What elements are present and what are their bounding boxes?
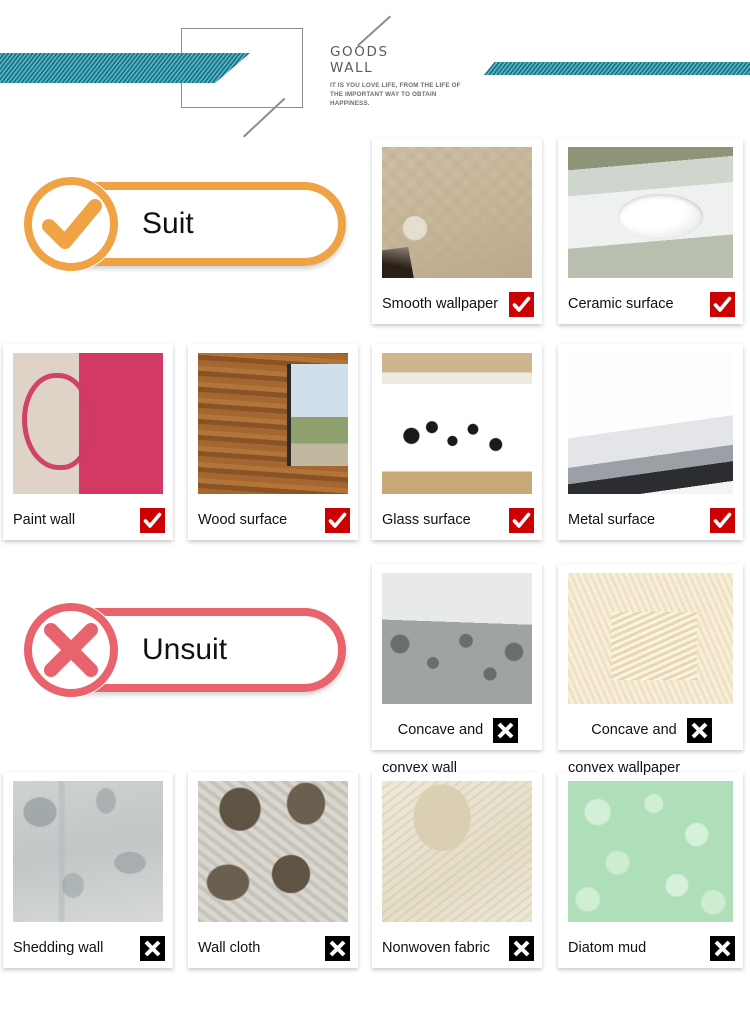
check-mark-icon <box>710 507 735 533</box>
check-mark-icon <box>140 507 165 533</box>
card-photo-texture <box>198 353 348 494</box>
card-photo <box>13 781 163 922</box>
cross-mark-icon <box>710 935 735 961</box>
surface-card[interactable]: Metal surface <box>558 344 743 540</box>
card-caption: Concave and <box>568 716 735 744</box>
cross-circle-icon <box>24 603 118 697</box>
card-photo <box>568 781 733 922</box>
card-label: Glass surface <box>382 512 471 528</box>
card-photo <box>198 781 348 922</box>
card-photo-texture <box>568 147 733 278</box>
card-label: Metal surface <box>568 512 656 528</box>
check-mark-icon <box>325 507 350 533</box>
card-caption: Smooth wallpaper <box>382 290 534 318</box>
suit-check-circle <box>23 176 119 272</box>
card-label: Concave and <box>591 722 677 738</box>
check-mark-icon <box>509 507 534 533</box>
surface-card[interactable]: Wall cloth <box>188 772 358 968</box>
page-header: GOODS WALL IT IS YOU LOVE LIFE, FROM THE… <box>0 0 750 138</box>
header-title-line-2: WALL <box>330 60 374 76</box>
unsuit-section-badge: Unsuit <box>12 602 346 698</box>
unsuit-label: Unsuit <box>142 633 228 666</box>
card-photo <box>13 353 163 494</box>
card-label: Concave and <box>397 722 484 738</box>
card-caption: Diatom mud <box>568 934 735 962</box>
card-label: Shedding wall <box>13 940 104 956</box>
card-photo <box>568 573 733 704</box>
card-photo-texture <box>382 573 532 704</box>
card-photo-texture <box>382 353 532 494</box>
header-stripe-left <box>0 53 250 83</box>
header-tagline: IT IS YOU LOVE LIFE, FROM THE LIFE OF TH… <box>330 82 461 107</box>
card-caption: Wall cloth <box>198 934 350 962</box>
cross-mark-icon <box>325 935 350 961</box>
suit-label: Suit <box>142 207 194 240</box>
card-caption: Shedding wall <box>13 934 165 962</box>
card-caption: Wood surface <box>198 506 350 534</box>
card-photo-texture <box>568 781 733 922</box>
suit-section-badge: Suit <box>12 176 346 272</box>
card-caption: Concave and <box>382 716 534 744</box>
card-photo <box>382 147 532 278</box>
card-photo-texture <box>382 147 532 278</box>
card-photo <box>382 573 532 704</box>
card-photo <box>382 781 532 922</box>
card-photo-texture <box>382 781 532 922</box>
header-text-block: GOODS WALL IT IS YOU LOVE LIFE, FROM THE… <box>330 44 550 108</box>
surface-card[interactable]: Paint wall <box>3 344 173 540</box>
surface-card[interactable]: Nonwoven fabric <box>372 772 542 968</box>
card-label: Wall cloth <box>198 940 261 956</box>
surface-card[interactable]: Concave and convex wallpaper <box>558 564 743 776</box>
card-caption: Glass surface <box>382 506 534 534</box>
card-label: Ceramic surface <box>568 296 674 312</box>
card-label-line2: convex wall <box>382 760 457 776</box>
card-label-line2: convex wallpaper <box>568 760 681 776</box>
surface-card[interactable]: Wood surface <box>188 344 358 540</box>
card-label: Smooth wallpaper <box>382 296 499 312</box>
surface-card[interactable]: Ceramic surface <box>558 138 743 324</box>
cross-mark-icon <box>686 717 712 743</box>
card-caption: Nonwoven fabric <box>382 934 534 962</box>
surface-card[interactable]: Smooth wallpaper <box>372 138 542 324</box>
card-photo <box>568 353 733 494</box>
check-mark-icon <box>710 291 735 317</box>
unsuit-cross-circle <box>23 602 119 698</box>
card-photo-texture <box>13 781 163 922</box>
cross-mark-icon <box>493 717 519 743</box>
header-diagonal-line-top <box>357 15 391 47</box>
card-photo <box>568 147 733 278</box>
card-label: Diatom mud <box>568 940 647 956</box>
card-photo-texture <box>198 781 348 922</box>
card-caption: Paint wall <box>13 506 165 534</box>
check-mark-icon <box>509 291 534 317</box>
card-label: Nonwoven fabric <box>382 940 490 956</box>
card-photo-texture <box>568 573 733 704</box>
card-photo-texture <box>568 353 733 494</box>
card-photo <box>198 353 348 494</box>
card-caption: Metal surface <box>568 506 735 534</box>
card-caption: Ceramic surface <box>568 290 735 318</box>
cross-mark-icon <box>140 935 165 961</box>
surface-card[interactable]: Glass surface <box>372 344 542 540</box>
surface-card[interactable]: Diatom mud <box>558 772 743 968</box>
header-title-line-1: GOODS <box>330 44 389 60</box>
cross-mark-icon <box>509 935 534 961</box>
surface-card[interactable]: Concave and convex wall <box>372 564 542 776</box>
card-label: Paint wall <box>13 512 76 528</box>
card-label: Wood surface <box>198 512 288 528</box>
check-circle-icon <box>24 177 118 271</box>
card-photo <box>382 353 532 494</box>
surface-card[interactable]: Shedding wall <box>3 772 173 968</box>
card-photo-texture <box>13 353 163 494</box>
